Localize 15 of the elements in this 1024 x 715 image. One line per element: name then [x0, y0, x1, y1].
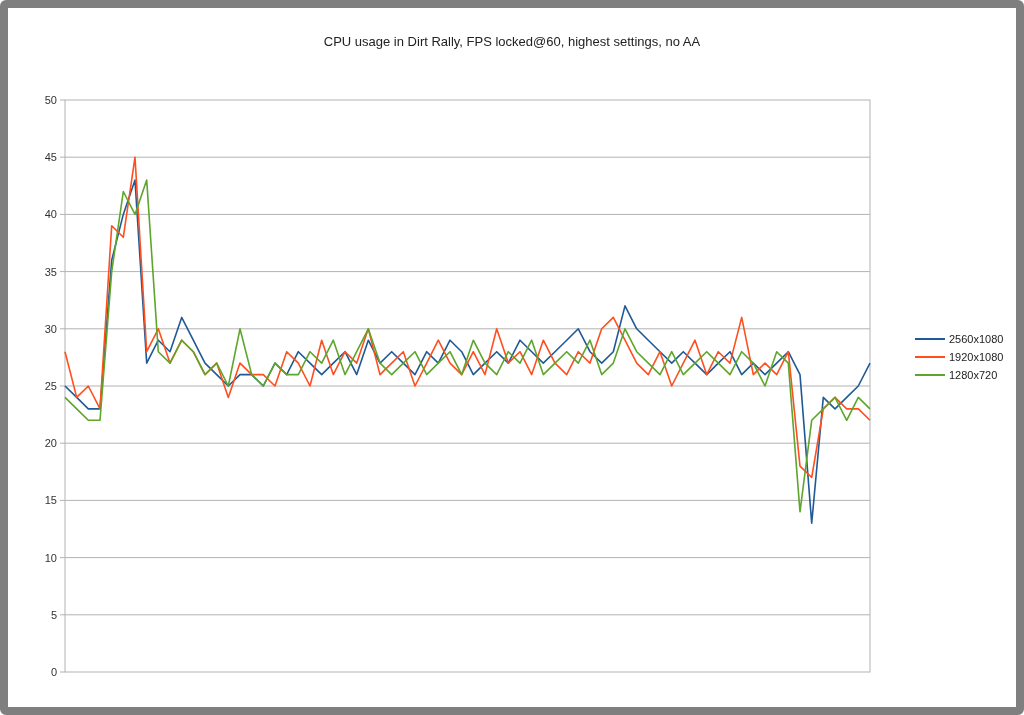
y-tick-label: 0	[50, 666, 57, 678]
y-tick-label: 20	[44, 437, 57, 450]
y-tick-label: 15	[44, 494, 57, 507]
y-tick-label: 40	[44, 208, 57, 221]
y-tick-label: 25	[44, 380, 57, 392]
y-tick-label: 10	[44, 551, 57, 564]
legend-label: 2560x1080	[949, 333, 1004, 345]
y-tick-label: 50	[44, 94, 57, 106]
y-tick-label: 45	[44, 151, 57, 164]
y-tick-label: 5	[50, 608, 57, 621]
legend-label: 1280x720	[949, 369, 998, 381]
y-tick-label: 30	[44, 322, 57, 335]
y-tick-label: 35	[44, 265, 57, 278]
chart-title: CPU usage in Dirt Rally, FPS locked@60, highest settings, no AA	[323, 34, 701, 49]
legend-label: 1920x1080	[949, 351, 1004, 363]
